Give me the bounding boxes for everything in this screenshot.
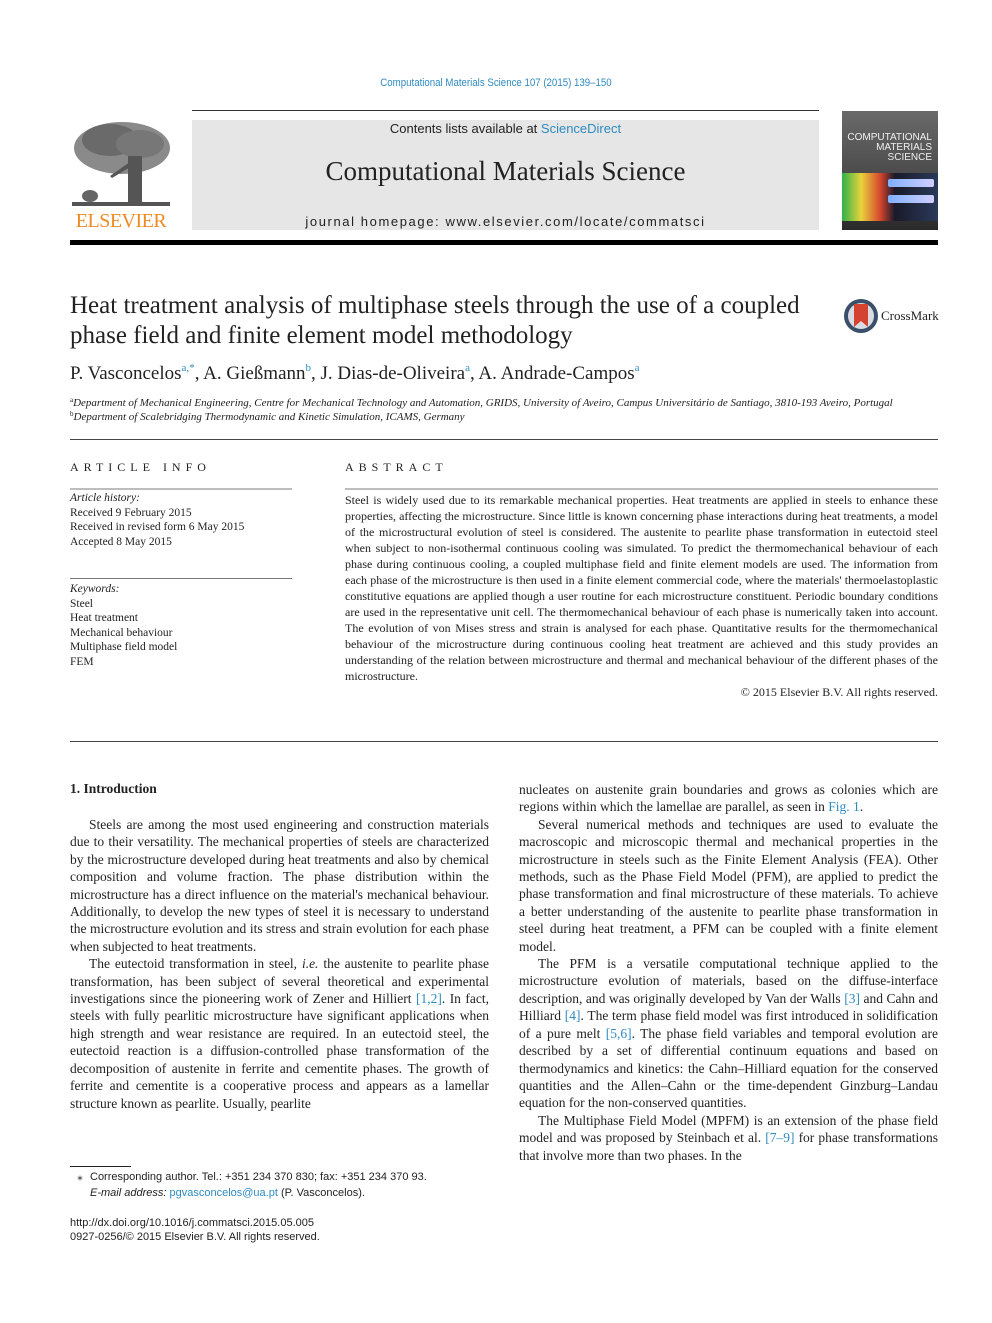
paragraph: Steels are among the most used engineeri… xyxy=(70,817,489,954)
affiliation-a: aDepartment of Mechanical Engineering, C… xyxy=(70,396,893,409)
footnote-rule xyxy=(70,1166,131,1167)
body-left-column: Steels are among the most used engineeri… xyxy=(70,816,489,1112)
history-item: Received in revised form 6 May 2015 xyxy=(70,521,245,533)
abstract-copyright: © 2015 Elsevier B.V. All rights reserved… xyxy=(740,685,938,699)
history-label: Article history: xyxy=(70,492,140,504)
author[interactable]: A. Andrade-Campos xyxy=(478,363,634,384)
figure-link[interactable]: Fig. 1 xyxy=(828,799,860,814)
history-item: Accepted 8 May 2015 xyxy=(70,535,172,548)
journal-homepage: journal homepage: www.elsevier.com/locat… xyxy=(192,214,819,229)
email-label: E-mail address: xyxy=(90,1187,170,1199)
cover-artwork-bar xyxy=(888,195,934,203)
section-divider xyxy=(70,741,938,742)
sciencedirect-link[interactable]: ScienceDirect xyxy=(541,121,621,136)
author-separator: , xyxy=(194,363,204,384)
journal-title: Computational Materials Science xyxy=(325,156,686,186)
keyword: Heat treatment xyxy=(70,612,139,624)
author[interactable]: J. Dias-de-Oliveira xyxy=(321,363,466,384)
article-info-rule xyxy=(70,488,292,490)
reference-link[interactable]: [5,6] xyxy=(606,1026,632,1041)
email-footnote: E-mail address: pgvasconcelos@ua.pt (P. … xyxy=(90,1186,365,1201)
header-divider xyxy=(192,110,819,111)
affiliation-marker[interactable]: a,* xyxy=(182,362,195,374)
affiliation-text: Department of Mechanical Engineering, Ce… xyxy=(73,397,893,409)
author[interactable]: P. Vasconcelos xyxy=(70,363,182,384)
abstract-body: Steel is widely used due to its remarkab… xyxy=(345,492,938,700)
abstract-rule xyxy=(345,488,938,490)
affiliation-marker[interactable]: a xyxy=(635,362,640,374)
reference-link[interactable]: [4] xyxy=(565,1008,581,1023)
article-info-heading: ARTICLE INFO xyxy=(70,460,211,474)
tree-icon xyxy=(70,118,172,210)
contents-line: Contents lists available at ScienceDirec… xyxy=(192,121,819,136)
affiliation-b: bDepartment of Scalebridging Thermodynam… xyxy=(70,410,465,423)
issn-copyright: 0927-0256/© 2015 Elsevier B.V. All right… xyxy=(70,1231,320,1243)
email-link[interactable]: pgvasconcelos@ua.pt xyxy=(169,1187,277,1199)
reference-link[interactable]: [7–9] xyxy=(765,1130,794,1145)
corresponding-text: Corresponding author. Tel.: +351 234 370… xyxy=(90,1171,427,1183)
contents-prefix: Contents lists available at xyxy=(389,121,541,136)
keyword: FEM xyxy=(70,655,94,668)
abstract-text: Steel is widely used due to its remarkab… xyxy=(345,493,938,683)
reference-link[interactable]: [3] xyxy=(844,991,860,1006)
corresponding-author-footnote: ⁎ Corresponding author. Tel.: +351 234 37… xyxy=(70,1170,427,1185)
journal-citation[interactable]: Computational Materials Science 107 (201… xyxy=(60,77,933,89)
keywords-label: Keywords: xyxy=(70,583,120,595)
keyword: Steel xyxy=(70,597,93,610)
elsevier-wordmark: ELSEVIER xyxy=(75,210,167,232)
crossmark-button[interactable] xyxy=(843,298,879,334)
section-heading-introduction: 1. Introduction xyxy=(70,781,157,796)
history-item: Received 9 February 2015 xyxy=(70,506,192,519)
keywords-rule xyxy=(70,578,292,579)
paragraph: The Multiphase Field Model (MPFM) is an … xyxy=(519,1112,938,1163)
paragraph: nucleates on austenite grain boundaries … xyxy=(519,782,938,815)
body-right-column: nucleates on austenite grain boundaries … xyxy=(519,781,938,1164)
cover-title: COMPUTATIONAL MATERIALS SCIENCE xyxy=(847,133,932,163)
crossmark-label[interactable]: CrossMark xyxy=(881,308,939,324)
article-history: Article history: Received 9 February 201… xyxy=(70,491,244,549)
article-title: Heat treatment analysis of multiphase st… xyxy=(70,292,800,349)
keyword: Mechanical behaviour xyxy=(70,626,173,639)
paragraph: The PFM is a versatile computational tec… xyxy=(519,956,939,1111)
cover-title-line: SCIENCE xyxy=(887,152,932,163)
author-separator: , xyxy=(311,363,321,384)
journal-cover-image: COMPUTATIONAL MATERIALS SCIENCE xyxy=(842,111,938,230)
reference-link[interactable]: [1,2] xyxy=(416,991,442,1006)
affiliation-text: Department of Scalebridging Thermodynami… xyxy=(73,411,465,423)
crossmark-icon xyxy=(844,299,878,333)
doi-link[interactable]: http://dx.doi.org/10.1016/j.commatsci.20… xyxy=(70,1216,314,1231)
homepage-url[interactable]: www.elsevier.com/locate/commatsci xyxy=(445,214,705,229)
keyword: Multiphase field model xyxy=(70,641,178,653)
author-list: P. Vasconcelosa,*, A. Gießmannb, J. Dias… xyxy=(70,362,640,385)
asterisk-icon: ⁎ xyxy=(77,1171,83,1183)
keywords: Keywords: Steel Heat treatment Mechanica… xyxy=(70,582,177,669)
paragraph: The eutectoid transformation in steel, i… xyxy=(70,956,489,1111)
section-divider xyxy=(70,439,938,440)
header-thick-rule xyxy=(70,240,938,245)
author[interactable]: A. Gießmann xyxy=(203,363,305,384)
abstract-heading: ABSTRACT xyxy=(345,460,448,474)
cover-artwork-bar xyxy=(888,179,934,187)
homepage-label: journal homepage: xyxy=(305,214,446,229)
paragraph: Several numerical methods and techniques… xyxy=(519,816,938,954)
email-suffix: (P. Vasconcelos). xyxy=(277,1187,365,1199)
